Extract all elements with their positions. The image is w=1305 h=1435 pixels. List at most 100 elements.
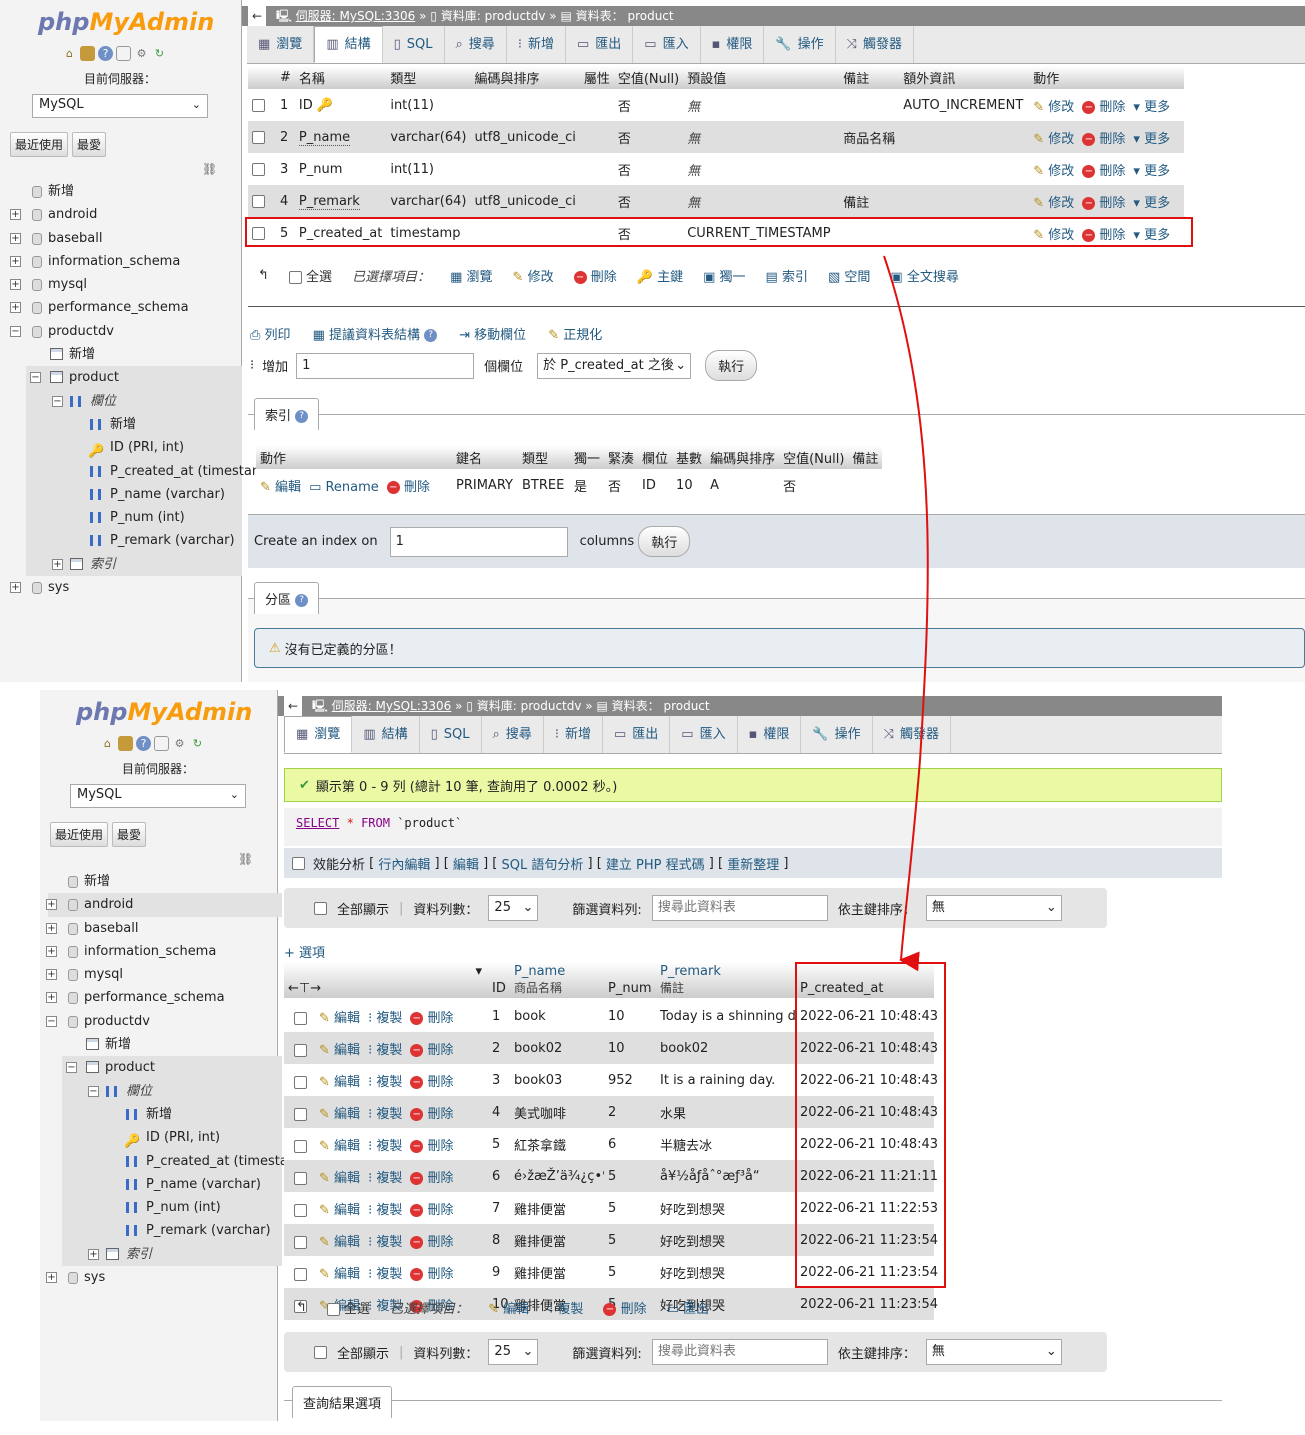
tree-column[interactable]: P_created_at (timestamp) [26,459,278,483]
print-link[interactable]: ⎙ 列印 [250,324,291,343]
link-icon[interactable]: ⛓ [202,162,217,176]
drop-button[interactable]: − 刪除 [1082,196,1125,211]
tab-insert[interactable]: ⁝ 新增 [544,716,603,753]
options-link[interactable]: + 選項 [284,942,325,961]
tree-indexes[interactable]: + 索引 [62,1242,282,1267]
row-edit-button[interactable]: ✎ 編輯 [319,1203,360,1218]
breadcrumb-database[interactable]: 資料庫: productdv [477,699,582,713]
tree-db-information-schema[interactable]: + information_schema [46,940,282,963]
sort-by-premark[interactable]: P_remark 備註 [656,962,796,998]
tree-db-productdv[interactable]: − productdv [46,1010,282,1033]
show-all-checkbox[interactable] [314,901,327,915]
tree-db-android[interactable]: + android [46,893,282,917]
row-checkbox[interactable] [294,1139,307,1153]
expand-icon[interactable]: + [10,232,21,244]
normalize-link[interactable]: ✎ 正規化 [548,324,602,343]
row-delete-button[interactable]: − 刪除 [410,1267,454,1282]
tab-browse[interactable]: ▦ 瀏覽 [247,26,315,63]
row-edit-button[interactable]: ✎ 編輯 [319,1267,360,1282]
inline-edit-link[interactable]: 行內編輯 [378,854,430,873]
tree-table-new[interactable]: 新增 [48,1033,282,1056]
tree-table-product[interactable]: − product [26,366,242,390]
tab-search[interactable]: ⌕ 搜尋 [482,716,544,753]
rows-select[interactable]: 25 ⌄ [488,1339,539,1365]
row-checkbox[interactable] [252,98,265,112]
drop-button[interactable]: − 刪除 [1082,100,1125,115]
row-copy-button[interactable]: ⁝ 複製 [368,1011,402,1026]
tab-structure[interactable]: ▥ 結構 [352,716,420,753]
sort-by-id[interactable]: ID [488,962,510,998]
tree-column[interactable]: P_num (int) [62,1196,282,1220]
collapse-icon[interactable]: − [88,1085,99,1097]
phpmyadmin-logo[interactable]: phpMyAdmin [38,8,214,36]
row-copy-button[interactable]: ⁝ 複製 [368,1267,402,1282]
docs-icon[interactable] [116,46,131,61]
change-button[interactable]: ✎ 修改 [1033,100,1074,115]
sort-select[interactable]: 無 ⌄ [925,1339,1062,1365]
expand-icon[interactable]: + [46,1272,57,1284]
tree-column[interactable]: P_remark (varchar) [26,529,242,553]
tree-db-productdv[interactable]: − productdv [8,320,242,343]
move-columns-link[interactable]: ⇥ 移動欄位 [459,324,526,343]
tab-structure[interactable]: ▥ 結構 [314,26,383,63]
sort-dropdown-icon[interactable]: ▾ [475,964,482,979]
row-checkbox[interactable] [294,1043,307,1057]
tree-columns[interactable]: − 欄位 [26,389,242,413]
tree-column[interactable]: P_name (varchar) [62,1172,282,1197]
row-checkbox[interactable] [252,130,265,144]
tab-browse[interactable]: ▦ 瀏覽 [284,716,353,753]
tree-db-baseball[interactable]: + baseball [46,917,282,940]
row-checkbox[interactable] [252,162,265,176]
row-delete-button[interactable]: − 刪除 [410,1043,454,1058]
breadcrumb-table[interactable]: 資料表： product [576,9,674,23]
row-checkbox[interactable] [294,1011,307,1025]
bulk-index[interactable]: ▤ 索引 [766,266,808,285]
add-go-button[interactable]: 執行 [705,350,758,381]
collapse-icon[interactable]: − [46,1015,57,1027]
tab-export[interactable]: ▭ 匯出 [603,716,671,753]
drop-button[interactable]: − 刪除 [1082,164,1125,179]
tree-db-mysql[interactable]: + mysql [8,273,242,296]
tab-export[interactable]: ▭ 匯出 [566,26,634,63]
sort-select[interactable]: 無 ⌄ [925,895,1062,921]
expand-icon[interactable]: + [10,582,21,594]
row-copy-button[interactable]: ⁝ 複製 [368,1107,402,1122]
add-position-select[interactable]: 於 P_created_at 之後 ⌄ [537,352,692,379]
row-copy-button[interactable]: ⁝ 複製 [368,1043,402,1058]
index-drop-button[interactable]: − 刪除 [386,480,430,495]
row-edit-button[interactable]: ✎ 編輯 [319,1139,360,1154]
tree-columns[interactable]: − 欄位 [62,1079,282,1103]
filter-rows-input[interactable]: 搜尋此資料表 [651,895,828,921]
server-select[interactable]: MySQL ⌄ [32,94,208,118]
expand-icon[interactable]: + [10,279,21,291]
profiling-checkbox[interactable] [292,856,305,870]
bulk-unique[interactable]: ▣ 獨一 [703,266,745,285]
logout-icon[interactable] [118,736,133,751]
more-button[interactable]: ▾ 更多 [1133,196,1170,211]
row-edit-button[interactable]: ✎ 編輯 [319,1107,360,1122]
favorite-button[interactable]: 最愛 [112,822,147,847]
row-checkbox[interactable] [294,1203,307,1217]
row-edit-button[interactable]: ✎ 編輯 [319,1043,360,1058]
row-checkbox[interactable] [294,1075,307,1089]
tab-privileges[interactable]: ▪ 權限 [738,716,802,753]
recent-button[interactable]: 最近使用 [10,132,69,157]
server-select[interactable]: MySQL ⌄ [70,784,246,808]
bulk-spatial[interactable]: ▧ 空間 [828,266,870,285]
propose-structure-link[interactable]: ▦ 提議資料表結構 ? [313,324,438,343]
bulk-fulltext[interactable]: ▣ 全文搜尋 [890,266,958,285]
bulk-drop[interactable]: − 刪除 [573,266,617,285]
recent-button[interactable]: 最近使用 [50,822,109,847]
home-icon[interactable]: ⌂ [62,46,77,61]
tree-column[interactable]: 🔑 ID (PRI, int) [26,436,242,460]
tab-triggers[interactable]: ⤨ 觸發器 [836,26,915,63]
expand-icon[interactable]: + [10,302,21,314]
create-index-go-button[interactable]: 執行 [638,526,691,557]
tree-db-sys[interactable]: + sys [8,576,242,599]
collapse-icon[interactable]: − [66,1062,77,1074]
tree-new-db[interactable]: 新增 [8,180,242,203]
refresh-link[interactable]: 重新整理 [727,854,779,873]
expand-icon[interactable]: + [46,969,57,981]
row-checkbox[interactable] [294,1267,307,1281]
tab-import[interactable]: ▭ 匯入 [670,716,738,753]
